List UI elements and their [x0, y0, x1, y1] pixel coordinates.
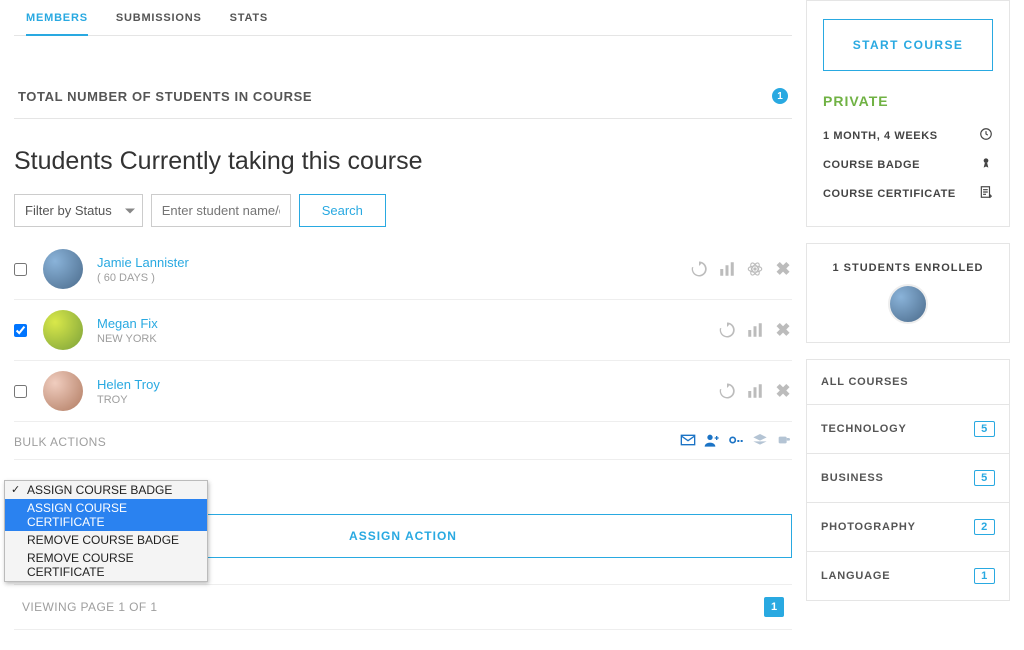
- student-meta: ( 60 DAYS ): [97, 272, 690, 284]
- info-certificate: COURSE CERTIFICATE: [823, 179, 993, 208]
- avatar[interactable]: [43, 310, 83, 350]
- student-checkbox[interactable]: [14, 385, 27, 398]
- badge-icon: [979, 156, 993, 173]
- stats-icon[interactable]: [746, 382, 764, 400]
- student-row-actions: ✖: [690, 260, 792, 278]
- total-students-row: TOTAL NUMBER OF STUDENTS IN COURSE 1: [14, 76, 792, 119]
- clock-icon: [979, 127, 993, 144]
- add-user-icon[interactable]: [704, 432, 720, 451]
- student-row: Jamie Lannister ( 60 DAYS ) ✖: [14, 239, 792, 300]
- category-item[interactable]: LANGUAGE 1: [806, 552, 1010, 601]
- duration-label: 1 MONTH, 4 WEEKS: [823, 130, 938, 142]
- remove-icon[interactable]: ✖: [774, 260, 792, 278]
- enrolled-card: 1 STUDENTS ENROLLED: [806, 243, 1010, 343]
- student-row: Helen Troy TROY ✖: [14, 361, 792, 422]
- key-icon[interactable]: [728, 432, 744, 451]
- student-row-actions: ✖: [718, 321, 792, 339]
- student-name-link[interactable]: Megan Fix: [97, 316, 718, 331]
- category-label: TECHNOLOGY: [821, 423, 907, 435]
- certificate-label: COURSE CERTIFICATE: [823, 188, 956, 200]
- total-students-label: TOTAL NUMBER OF STUDENTS IN COURSE: [18, 89, 312, 104]
- cup-icon[interactable]: [776, 432, 792, 451]
- pager-label: VIEWING PAGE 1 OF 1: [22, 600, 157, 614]
- category-all[interactable]: ALL COURSES: [806, 359, 1010, 405]
- bulk-option[interactable]: ASSIGN COURSE BADGE: [5, 481, 207, 499]
- page-number[interactable]: 1: [764, 597, 784, 617]
- category-label: LANGUAGE: [821, 570, 890, 582]
- category-count: 2: [974, 519, 995, 535]
- student-search-input[interactable]: [151, 194, 291, 227]
- section-title: Students Currently taking this course: [14, 147, 792, 176]
- pager: VIEWING PAGE 1 OF 1 1: [14, 584, 792, 630]
- student-row-actions: ✖: [718, 382, 792, 400]
- student-name-link[interactable]: Helen Troy: [97, 377, 718, 392]
- certificate-icon: [979, 185, 993, 202]
- category-count: 5: [974, 470, 995, 486]
- student-name-link[interactable]: Jamie Lannister: [97, 255, 690, 270]
- filter-bar: Filter by Status Search: [14, 194, 792, 227]
- tabs: MEMBERS SUBMISSIONS STATS: [14, 0, 792, 36]
- mail-icon[interactable]: [680, 432, 696, 451]
- enrolled-avatar[interactable]: [888, 284, 928, 324]
- category-label: PHOTOGRAPHY: [821, 521, 916, 533]
- bulk-option[interactable]: REMOVE COURSE BADGE: [5, 531, 207, 549]
- filter-status-label: Filter by Status: [14, 194, 143, 227]
- enrolled-label: 1 STUDENTS ENROLLED: [823, 262, 993, 274]
- category-count: 5: [974, 421, 995, 437]
- search-button[interactable]: Search: [299, 194, 386, 227]
- tab-members[interactable]: MEMBERS: [26, 12, 88, 36]
- filter-status-select[interactable]: Filter by Status: [14, 194, 143, 227]
- bulk-icons: [680, 432, 792, 451]
- avatar[interactable]: [43, 371, 83, 411]
- bulk-actions-label: BULK ACTIONS: [14, 435, 106, 449]
- bulk-option[interactable]: REMOVE COURSE CERTIFICATE: [5, 549, 207, 581]
- bulk-action-dropdown: ASSIGN COURSE BADGE ASSIGN COURSE CERTIF…: [4, 480, 208, 582]
- refresh-icon[interactable]: [718, 382, 736, 400]
- category-count: 1: [974, 568, 995, 584]
- student-meta: TROY: [97, 394, 718, 406]
- category-item[interactable]: BUSINESS 5: [806, 454, 1010, 503]
- info-duration: 1 MONTH, 4 WEEKS: [823, 121, 993, 150]
- category-label: BUSINESS: [821, 472, 884, 484]
- student-checkbox[interactable]: [14, 263, 27, 276]
- badge-label: COURSE BADGE: [823, 159, 920, 171]
- layers-icon[interactable]: [752, 432, 768, 451]
- tab-submissions[interactable]: SUBMISSIONS: [116, 12, 202, 25]
- remove-icon[interactable]: ✖: [774, 321, 792, 339]
- student-row: Megan Fix NEW YORK ✖: [14, 300, 792, 361]
- avatar[interactable]: [43, 249, 83, 289]
- student-checkbox[interactable]: [14, 324, 27, 337]
- bulk-actions-row: BULK ACTIONS: [14, 422, 792, 460]
- category-item[interactable]: TECHNOLOGY 5: [806, 405, 1010, 454]
- tab-stats[interactable]: STATS: [230, 12, 268, 25]
- stats-icon[interactable]: [746, 321, 764, 339]
- chevron-down-icon: [125, 208, 135, 213]
- total-students-count: 1: [772, 88, 788, 104]
- bulk-option[interactable]: ASSIGN COURSE CERTIFICATE: [5, 499, 207, 531]
- refresh-icon[interactable]: [718, 321, 736, 339]
- category-item[interactable]: PHOTOGRAPHY 2: [806, 503, 1010, 552]
- stats-icon[interactable]: [718, 260, 736, 278]
- info-badge: COURSE BADGE: [823, 150, 993, 179]
- start-course-button[interactable]: START COURSE: [823, 19, 993, 71]
- refresh-icon[interactable]: [690, 260, 708, 278]
- category-list: ALL COURSES TECHNOLOGY 5 BUSINESS 5 PHOT…: [806, 359, 1010, 601]
- atom-icon[interactable]: [746, 260, 764, 278]
- remove-icon[interactable]: ✖: [774, 382, 792, 400]
- course-card: START COURSE PRIVATE 1 MONTH, 4 WEEKS CO…: [806, 0, 1010, 227]
- student-meta: NEW YORK: [97, 333, 718, 345]
- privacy-label: PRIVATE: [823, 93, 993, 109]
